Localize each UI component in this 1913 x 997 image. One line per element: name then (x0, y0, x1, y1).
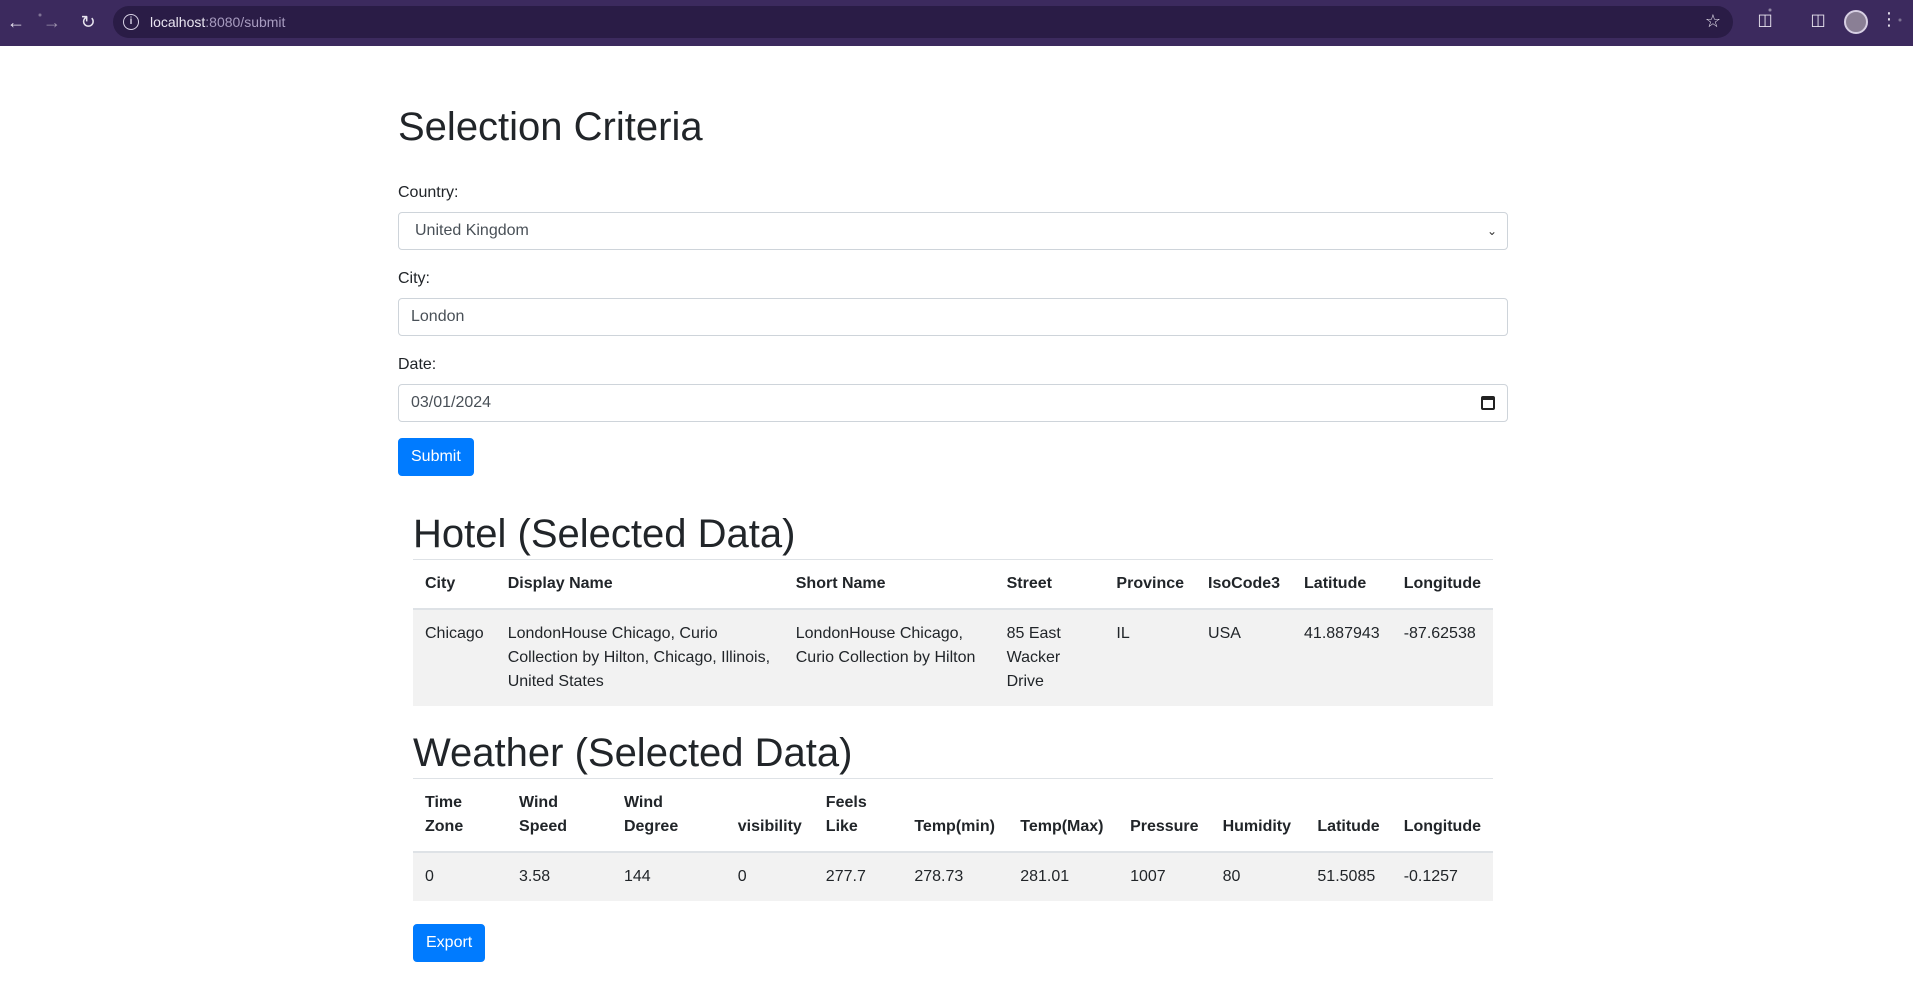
bookmark-star-icon[interactable]: ☆ (1705, 11, 1721, 32)
browser-toolbar: ← → ↻ i localhost:8080/submit ☆ ◫ ◫ ⋮ (0, 0, 1913, 46)
cell-longitude: -0.1257 (1391, 851, 1493, 901)
col-feels-like: Feels Like (813, 779, 903, 853)
col-wind-speed: Wind Speed (507, 779, 612, 853)
cell-temp-min: 278.73 (902, 851, 1009, 901)
selection-form: Selection Criteria Country: United Kingd… (398, 46, 1508, 476)
col-visibility: visibility (725, 779, 814, 853)
weather-section: Weather (Selected Data) Time Zone Wind S… (413, 727, 1493, 901)
chevron-down-icon: ⌄ (1486, 224, 1497, 238)
cell-wind-degree: 144 (611, 851, 726, 901)
col-province: Province (1104, 560, 1197, 610)
side-panel-icon[interactable]: ◫ (1807, 10, 1829, 32)
city-group: City: London (398, 268, 1508, 336)
browser-menu-icon[interactable]: ⋮ (1880, 9, 1898, 30)
export-button[interactable]: Export (413, 924, 486, 962)
col-street: Street (994, 560, 1105, 610)
col-latitude: Latitude (1305, 779, 1392, 853)
cell-feels-like: 277.7 (813, 851, 903, 901)
col-display-name: Display Name (495, 560, 784, 610)
country-select[interactable]: United Kingdom ⌄ (398, 212, 1508, 250)
country-label: Country: (398, 184, 459, 201)
url-host: localhost (150, 14, 206, 30)
col-temp-max: Temp(Max) (1008, 779, 1119, 853)
cell-province: IL (1104, 608, 1197, 706)
address-bar[interactable]: i localhost:8080/submit ☆ (113, 6, 1733, 38)
city-input[interactable]: London (398, 298, 1508, 336)
site-info-icon[interactable]: i (123, 14, 139, 30)
date-input[interactable]: 03/01/2024 (398, 384, 1508, 422)
col-city: City (413, 560, 496, 610)
cell-isocode3: USA (1196, 608, 1293, 706)
hotel-header-row: City Display Name Short Name Street Prov… (413, 560, 1493, 610)
hotel-table: City Display Name Short Name Street Prov… (413, 560, 1493, 706)
submit-button[interactable]: Submit (398, 438, 474, 476)
col-time-zone: Time Zone (413, 779, 508, 853)
page-title: Selection Criteria (398, 105, 703, 149)
col-longitude: Longitude (1391, 779, 1493, 853)
cell-temp-max: 281.01 (1008, 851, 1119, 901)
weather-title: Weather (Selected Data) (413, 727, 1493, 779)
col-short-name: Short Name (783, 560, 995, 610)
col-longitude: Longitude (1391, 560, 1493, 610)
cell-street: 85 East Wacker Drive (994, 608, 1105, 706)
table-row: Chicago LondonHouse Chicago, Curio Colle… (413, 608, 1493, 706)
table-row: 0 3.58 144 0 277.7 278.73 281.01 1007 80… (413, 851, 1493, 901)
back-icon[interactable]: ← (4, 10, 28, 34)
cell-visibility: 0 (725, 851, 814, 901)
forward-icon[interactable]: → (40, 10, 64, 34)
cell-latitude: 41.887943 (1292, 608, 1392, 706)
col-isocode3: IsoCode3 (1196, 560, 1293, 610)
cell-time-zone: 0 (413, 851, 508, 901)
col-temp-min: Temp(min) (902, 779, 1009, 853)
url-path: :8080/submit (205, 14, 286, 30)
col-pressure: Pressure (1118, 779, 1211, 853)
reload-icon[interactable]: ↻ (76, 10, 100, 34)
hotel-section: Hotel (Selected Data) City Display Name … (413, 508, 1493, 706)
col-humidity: Humidity (1210, 779, 1306, 853)
cell-wind-speed: 3.58 (507, 851, 612, 901)
url-text[interactable]: localhost:8080/submit (150, 14, 285, 30)
cell-latitude: 51.5085 (1305, 851, 1392, 901)
cell-display-name: LondonHouse Chicago, Curio Collection by… (495, 608, 784, 706)
col-latitude: Latitude (1292, 560, 1392, 610)
calendar-icon[interactable] (1481, 396, 1495, 410)
date-input-value: 03/01/2024 (411, 394, 492, 411)
cell-short-name: LondonHouse Chicago, Curio Collection by… (783, 608, 995, 706)
cell-pressure: 1007 (1118, 851, 1211, 901)
weather-table: Time Zone Wind Speed Wind Degree visibil… (413, 779, 1493, 901)
country-select-value: United Kingdom (415, 222, 529, 239)
col-wind-degree: Wind Degree (611, 779, 726, 853)
hotel-title: Hotel (Selected Data) (413, 508, 1493, 560)
extensions-icon[interactable]: ◫ (1754, 10, 1776, 32)
weather-header-row: Time Zone Wind Speed Wind Degree visibil… (413, 779, 1493, 853)
country-group: Country: United Kingdom ⌄ (398, 182, 1508, 250)
profile-avatar[interactable] (1844, 10, 1868, 34)
cell-humidity: 80 (1210, 851, 1306, 901)
date-label: Date: (398, 356, 437, 373)
date-group: Date: 03/01/2024 (398, 354, 1508, 422)
cell-longitude: -87.62538 (1391, 608, 1493, 706)
cell-city: Chicago (413, 608, 496, 706)
city-label: City: (398, 270, 430, 287)
